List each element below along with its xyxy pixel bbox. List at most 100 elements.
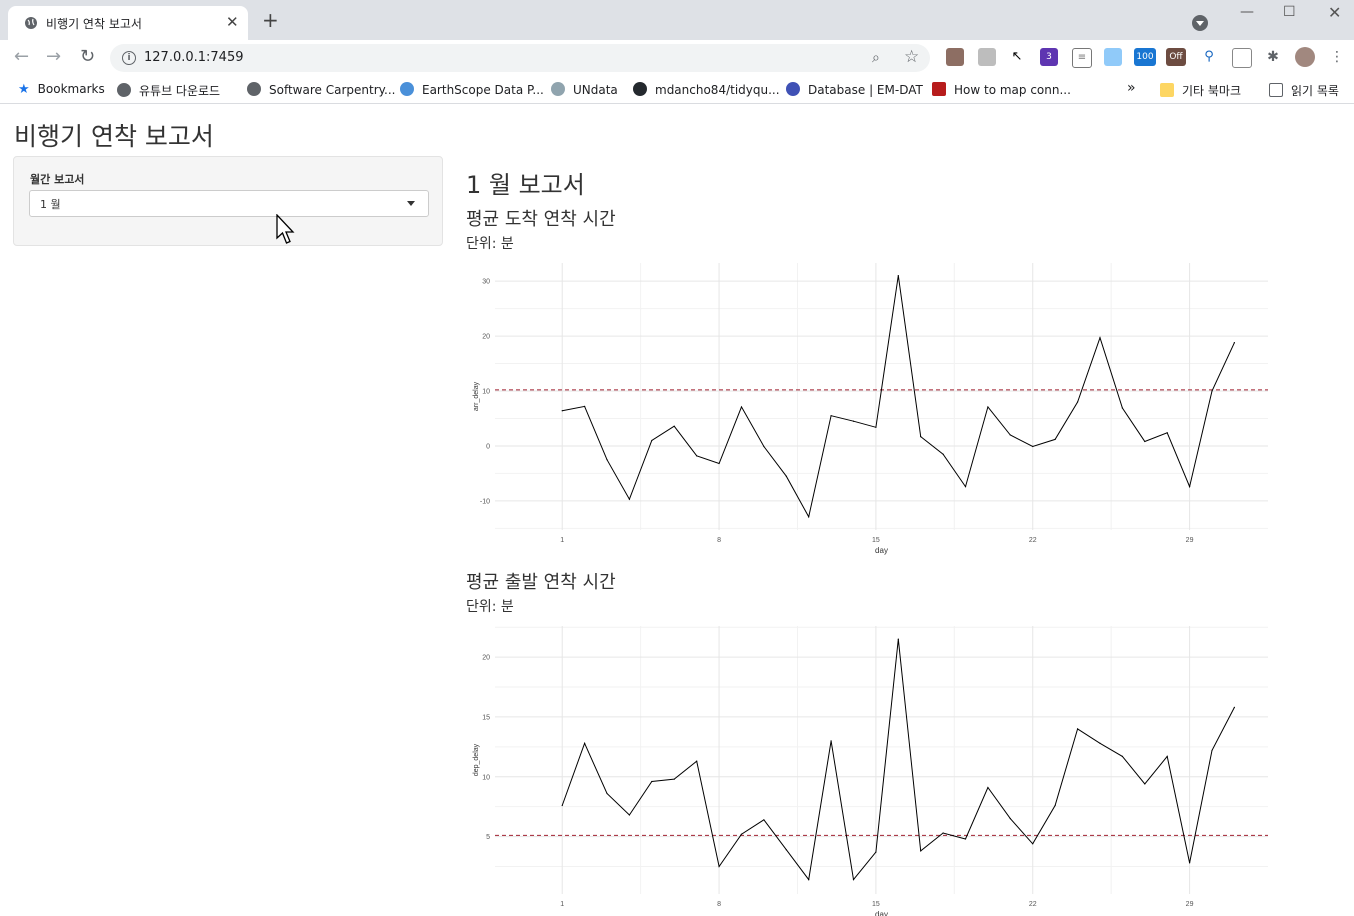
data-point xyxy=(763,819,765,821)
x-tick-label: 29 xyxy=(1186,537,1194,544)
tab-title: 비행기 연착 보고서 xyxy=(46,17,142,31)
data-point xyxy=(1188,862,1191,864)
data-point xyxy=(808,879,810,881)
globe-icon xyxy=(117,83,131,97)
bookmark-item[interactable]: mdancho84/tidyqu... xyxy=(633,82,780,97)
bookmark-item[interactable]: How to map conn... xyxy=(932,82,1071,97)
back-icon[interactable]: ← xyxy=(14,48,29,66)
address-bar[interactable]: i 127.0.0.1:7459 ⌕ ☆ xyxy=(110,44,930,72)
eyedropper-extension-icon[interactable] xyxy=(946,48,964,66)
data-point xyxy=(1144,783,1146,785)
bookmark-item[interactable]: Database | EM-DAT xyxy=(786,82,923,97)
close-window-icon[interactable]: ✕ xyxy=(1328,3,1341,22)
bookmark-star-icon[interactable]: ☆ xyxy=(904,47,919,67)
data-point xyxy=(897,638,899,640)
maximize-icon[interactable]: ☐ xyxy=(1283,4,1296,20)
browser-tabstrip: 비행기 연착 보고서 ✕ + — ☐ ✕ xyxy=(0,0,1354,40)
extension-badge-100[interactable]: 100 xyxy=(1134,48,1156,66)
tab-search-icon[interactable] xyxy=(1192,15,1208,31)
bookmark-item[interactable]: ★ Bookmarks xyxy=(18,82,105,97)
url-text: 127.0.0.1:7459 xyxy=(144,50,244,65)
data-point xyxy=(1211,390,1213,392)
data-point xyxy=(852,879,855,881)
data-point xyxy=(830,740,832,742)
data-point xyxy=(696,455,698,457)
bookmark-item[interactable]: 유튜브 다운로드 xyxy=(117,82,220,99)
x-tick-label: 15 xyxy=(872,537,880,544)
x-axis-title: day xyxy=(875,546,888,555)
new-tab-icon[interactable]: + xyxy=(262,10,279,30)
data-point xyxy=(1009,434,1011,436)
un-icon xyxy=(551,82,565,96)
data-point xyxy=(785,849,787,851)
data-point xyxy=(1233,342,1235,344)
y-tick-label: 20 xyxy=(482,655,490,662)
data-point xyxy=(1166,432,1168,434)
reload-icon[interactable]: ↻ xyxy=(80,48,95,66)
month-select[interactable]: 1 월 xyxy=(29,190,429,217)
data-point xyxy=(561,804,563,807)
bookmark-item[interactable]: UNdata xyxy=(551,82,618,97)
y-axis-title: dep_delay xyxy=(473,743,480,776)
brush-extension-icon[interactable] xyxy=(978,48,996,66)
cursor-extension-icon[interactable]: ↖ xyxy=(1008,48,1026,66)
x-tick-label: 1 xyxy=(560,901,564,908)
data-point xyxy=(740,406,743,408)
window-extension-icon[interactable] xyxy=(1104,48,1122,66)
reading-list-button[interactable]: 읽기 목록 xyxy=(1269,82,1339,99)
bookmark-item[interactable]: EarthScope Data P... xyxy=(400,82,544,97)
page-extension-icon[interactable] xyxy=(1232,48,1252,68)
data-point xyxy=(920,850,922,852)
profile-avatar[interactable] xyxy=(1295,47,1315,67)
data-point xyxy=(1233,706,1235,708)
github-icon xyxy=(633,82,647,96)
search-extension-icon[interactable]: ⚲ xyxy=(1200,48,1218,66)
data-point xyxy=(584,405,586,407)
report-title: 1 월 보고서 xyxy=(466,171,585,199)
data-point xyxy=(1054,804,1056,807)
extension-badge-off[interactable]: Off xyxy=(1166,48,1186,66)
browser-tab[interactable]: 비행기 연착 보고서 ✕ xyxy=(8,6,248,40)
data-point xyxy=(673,778,675,780)
bookmarks-overflow-icon[interactable]: » xyxy=(1127,80,1136,96)
y-tick-label: 10 xyxy=(482,389,490,396)
other-bookmarks-folder[interactable]: 기타 북마크 xyxy=(1160,82,1241,99)
reader-extension-icon[interactable]: ≡ xyxy=(1072,48,1092,68)
data-point xyxy=(852,420,855,422)
data-point xyxy=(1032,843,1034,845)
x-tick-label: 1 xyxy=(560,537,564,544)
info-icon[interactable]: i xyxy=(122,51,136,65)
zoom-icon[interactable]: ⌕ xyxy=(872,50,880,66)
data-point xyxy=(1121,755,1123,758)
extension-badge-3[interactable]: 3 xyxy=(1040,48,1058,66)
chart-subtitle-arrival: 단위: 분 xyxy=(466,236,514,252)
data-point xyxy=(942,453,944,455)
y-axis-title: arr_delay xyxy=(473,381,480,411)
data-point xyxy=(964,838,967,840)
arrival-delay-chart: 1 8 15 22 29 -10 0 10 20 30 day arr_delay xyxy=(473,263,1268,555)
close-tab-icon[interactable]: ✕ xyxy=(226,13,239,31)
data-point xyxy=(1188,485,1191,488)
mouse-cursor-icon xyxy=(276,214,295,244)
browser-toolbar: ← → ↻ i 127.0.0.1:7459 ⌕ ☆ ↖ 3 ≡ 100 Off… xyxy=(0,40,1354,76)
y-tick-label: 5 xyxy=(486,834,490,841)
data-point xyxy=(1144,440,1146,443)
data-point xyxy=(875,426,877,428)
y-tick-label: 0 xyxy=(486,443,490,450)
x-tick-label: 8 xyxy=(717,537,721,544)
data-point xyxy=(964,485,967,488)
data-point xyxy=(1099,337,1101,339)
x-tick-label: 15 xyxy=(872,901,880,908)
bookmark-item[interactable]: Software Carpentry... xyxy=(247,82,395,97)
data-point xyxy=(718,865,720,868)
data-point xyxy=(561,410,563,412)
data-point xyxy=(785,475,787,477)
month-select-value: 1 월 xyxy=(40,198,61,211)
y-tick-label: 10 xyxy=(482,774,490,781)
forward-icon[interactable]: → xyxy=(46,48,61,66)
puzzle-extensions-icon[interactable]: ✱ xyxy=(1264,48,1282,66)
menu-kebab-icon[interactable]: ⋮ xyxy=(1328,48,1346,66)
minimize-icon[interactable]: — xyxy=(1240,4,1254,20)
chevron-down-icon[interactable] xyxy=(407,201,415,206)
data-point xyxy=(1076,401,1079,403)
